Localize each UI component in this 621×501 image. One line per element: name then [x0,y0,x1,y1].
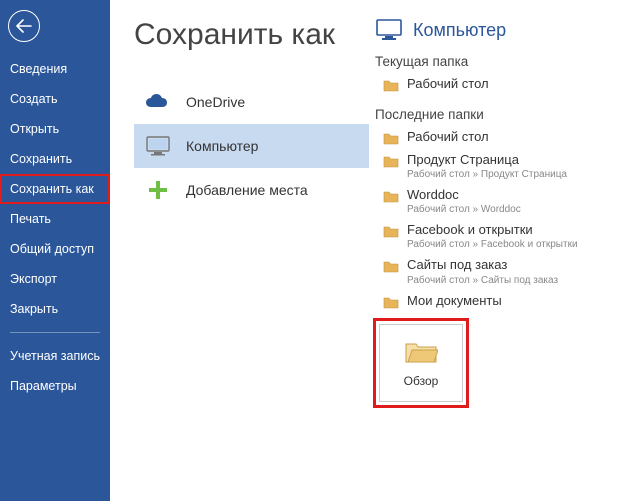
place-computer[interactable]: Компьютер [134,124,369,168]
folder-path: Рабочий стол » Продукт Страница [407,168,567,181]
folder-name: Facebook и открытки [407,222,578,238]
folder-name: Рабочий стол [407,76,489,92]
folder-path: Рабочий стол » Worddoc [407,203,521,216]
sidebar-separator [10,332,100,333]
folder-icon [383,131,399,145]
folder-icon [383,154,399,168]
place-computer-label: Компьютер [186,138,258,154]
folder-icon [383,189,399,203]
sidebar-item-print[interactable]: Печать [0,204,110,234]
folder-name: Мои документы [407,293,502,309]
onedrive-icon [144,90,172,114]
folder-icon [383,224,399,238]
sidebar-item-options[interactable]: Параметры [0,371,110,401]
recent-folder-item[interactable]: Facebook и открытки Рабочий стол » Faceb… [375,219,607,254]
back-button[interactable] [8,10,40,42]
folder-open-icon [404,338,438,364]
sidebar-item-open[interactable]: Открыть [0,114,110,144]
folder-name: Продукт Страница [407,152,567,168]
main-area: Сохранить как OneDrive Компьютер [110,0,621,501]
sidebar-item-close[interactable]: Закрыть [0,294,110,324]
browse-button-label: Обзор [404,374,439,388]
place-onedrive[interactable]: OneDrive [134,80,369,124]
page-title: Сохранить как [134,18,369,52]
sidebar-item-account[interactable]: Учетная запись [0,341,110,371]
details-column: Компьютер Текущая папка Рабочий стол Пос… [369,18,607,501]
folder-path: Рабочий стол » Facebook и открытки [407,238,578,251]
folder-name: Рабочий стол [407,129,489,145]
place-add[interactable]: Добавление места [134,168,369,212]
computer-header-label: Компьютер [413,20,506,41]
sidebar-item-export[interactable]: Экспорт [0,264,110,294]
folder-path: Рабочий стол » Сайты под заказ [407,274,558,287]
folder-name: Сайты под заказ [407,257,558,273]
folder-icon [383,295,399,309]
plus-icon [144,178,172,202]
place-add-label: Добавление места [186,182,308,198]
places-column: Сохранить как OneDrive Компьютер [134,18,369,501]
recent-folder-item[interactable]: Worddoc Рабочий стол » Worddoc [375,184,607,219]
current-folder-item[interactable]: Рабочий стол [375,73,607,95]
recent-folder-item[interactable]: Мои документы [375,290,607,312]
place-onedrive-label: OneDrive [186,94,245,110]
sidebar-item-new[interactable]: Создать [0,84,110,114]
folder-name: Worddoc [407,187,521,203]
computer-header: Компьютер [375,18,607,42]
sidebar-item-save[interactable]: Сохранить [0,144,110,174]
recent-folder-item[interactable]: Сайты под заказ Рабочий стол » Сайты под… [375,254,607,289]
current-folder-section-label: Текущая папка [375,54,607,69]
computer-icon [375,18,403,42]
recent-folder-item[interactable]: Рабочий стол [375,126,607,148]
recent-folder-item[interactable]: Продукт Страница Рабочий стол » Продукт … [375,149,607,184]
sidebar-item-save-as[interactable]: Сохранить как [0,174,110,204]
folder-icon [383,78,399,92]
browse-button[interactable]: Обзор [379,324,463,402]
arrow-left-icon [16,19,32,33]
sidebar-item-info[interactable]: Сведения [0,54,110,84]
backstage-sidebar: Сведения Создать Открыть Сохранить Сохра… [0,0,110,501]
folder-icon [383,259,399,273]
computer-icon [144,134,172,158]
recent-folders-section-label: Последние папки [375,107,607,122]
sidebar-item-share[interactable]: Общий доступ [0,234,110,264]
